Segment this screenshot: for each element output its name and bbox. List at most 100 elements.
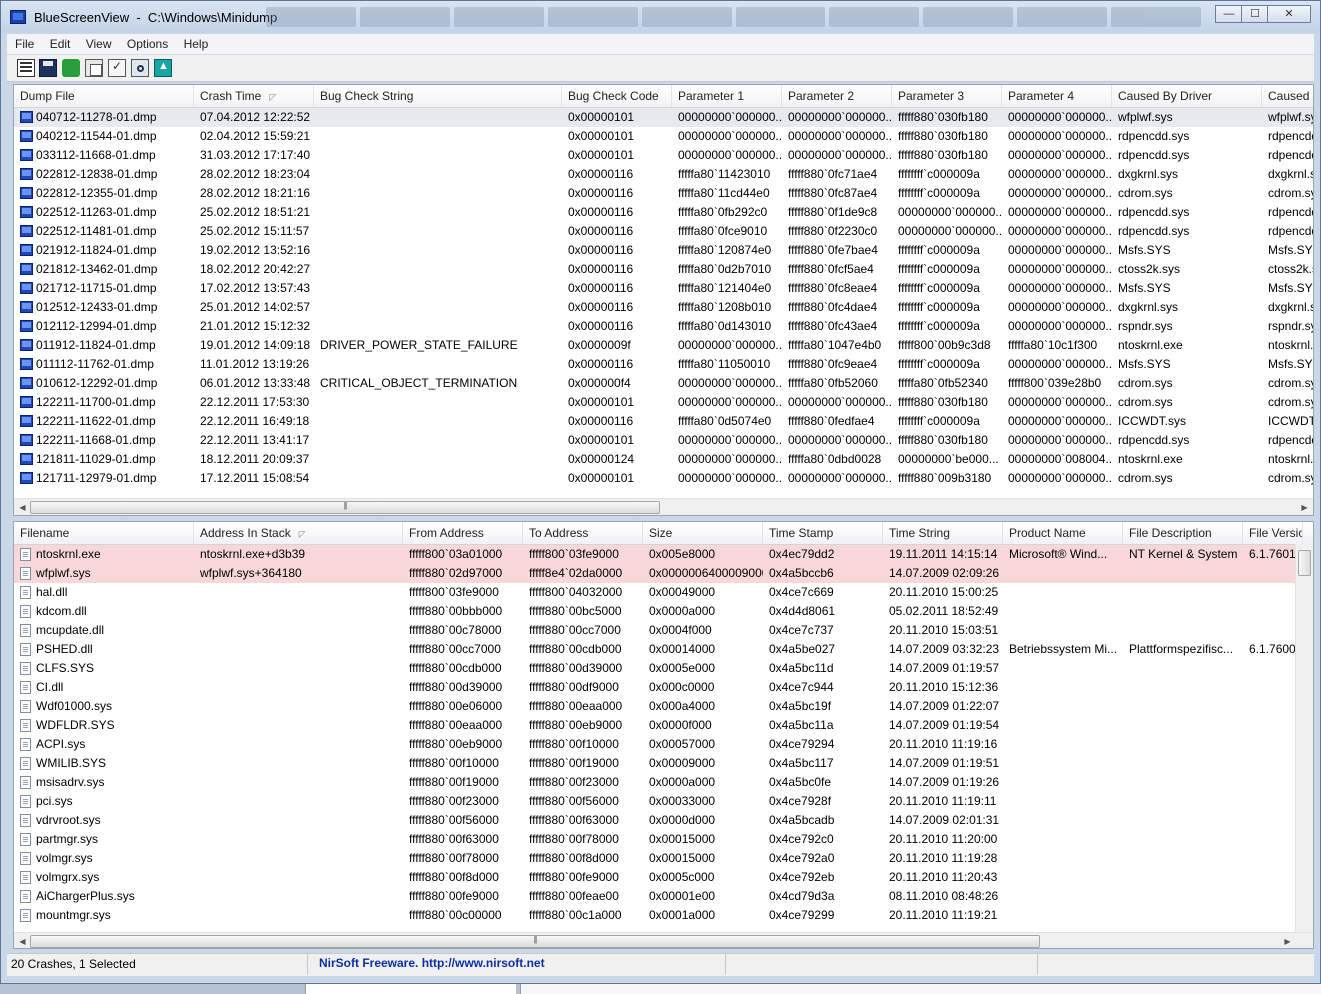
scroll-right-arrow-icon[interactable]: ▶ xyxy=(1297,500,1312,515)
cell: 0x00033000 xyxy=(649,794,716,808)
crash-row[interactable]: 121711-12979-01.dmp 17.12.2011 15:08:54 0x… xyxy=(14,469,1313,488)
properties-icon[interactable] xyxy=(108,59,126,77)
exit-icon[interactable] xyxy=(154,59,172,77)
column-header[interactable]: Caused By Driver xyxy=(1112,85,1262,107)
cell: 00000000`000000... xyxy=(678,395,782,409)
driver-row[interactable]: partmgr.sys fffff880`00f63000 fffff880`00f… xyxy=(14,830,1313,849)
column-header[interactable]: Bug Check String xyxy=(314,85,562,107)
driver-row[interactable]: wfplwf.sys wfplwf.sys+364180 fffff880`02d9… xyxy=(14,564,1313,583)
scroll-left-arrow-icon[interactable]: ◀ xyxy=(15,500,30,515)
driver-row[interactable]: volmgrx.sys fffff880`00f8d000 fffff880`00f… xyxy=(14,868,1313,887)
crash-row[interactable]: 021812-13462-01.dmp 18.02.2012 20:42:27 0x… xyxy=(14,260,1313,279)
cell: fffff800`00b9c3d8 xyxy=(898,338,991,352)
column-header[interactable]: File Description xyxy=(1123,522,1243,544)
driver-row[interactable]: msisadrv.sys fffff880`00f19000 fffff880`00… xyxy=(14,773,1313,792)
column-header[interactable]: Size xyxy=(643,522,763,544)
crash-row[interactable]: 021912-11824-01.dmp 19.02.2012 13:52:16 0x… xyxy=(14,241,1313,260)
driver-list-hscrollbar[interactable]: ◀ ▶ xyxy=(14,932,1313,948)
crash-row[interactable]: 011112-11762-01.dmp 11.01.2012 13:19:26 0x… xyxy=(14,355,1313,374)
close-button[interactable]: ✕ xyxy=(1267,5,1311,23)
scroll-right-arrow-icon[interactable]: ▶ xyxy=(1280,934,1295,948)
column-header[interactable]: Time Stamp xyxy=(763,522,883,544)
copy-icon[interactable] xyxy=(85,59,103,77)
driver-list-hscroll-thumb[interactable] xyxy=(30,935,1040,948)
crash-row[interactable]: 040212-11544-01.dmp 02.04.2012 15:59:21 0x… xyxy=(14,127,1313,146)
driver-row[interactable]: WMILIB.SYS fffff880`00f10000 fffff880`00f1… xyxy=(14,754,1313,773)
crash-row[interactable]: 040712-11278-01.dmp 07.04.2012 12:22:52 0x… xyxy=(14,108,1313,127)
menu-file[interactable]: File xyxy=(7,34,40,54)
column-header[interactable]: Address In Stack ◸ xyxy=(194,522,403,544)
driver-row[interactable]: kdcom.dll fffff880`00bbb000 fffff880`00bc5… xyxy=(14,602,1313,621)
driver-row[interactable]: AiChargerPlus.sys fffff880`00fe9000 fffff8… xyxy=(14,887,1313,906)
cell: partmgr.sys xyxy=(36,832,99,846)
column-header[interactable]: Bug Check Code xyxy=(562,85,672,107)
crash-row[interactable]: 022812-12355-01.dmp 28.02.2012 18:21:16 0x… xyxy=(14,184,1313,203)
column-header[interactable]: Time String xyxy=(883,522,1003,544)
menu-edit[interactable]: Edit xyxy=(44,34,77,54)
menu-view[interactable]: View xyxy=(80,34,118,54)
cell xyxy=(1123,906,1243,925)
driver-row[interactable]: pci.sys fffff880`00f23000 fffff880`00f5600… xyxy=(14,792,1313,811)
maximize-button[interactable]: ☐ xyxy=(1241,5,1269,23)
crash-row[interactable]: 022812-12838-01.dmp 28.02.2012 18:23:04 0x… xyxy=(14,165,1313,184)
scroll-left-arrow-icon[interactable]: ◀ xyxy=(15,934,30,948)
column-header[interactable]: Parameter 3 xyxy=(892,85,1002,107)
crash-row[interactable]: 122211-11622-01.dmp 22.12.2011 16:49:18 0x… xyxy=(14,412,1313,431)
cell: 0x00000116 xyxy=(568,167,634,181)
nirsoft-link[interactable]: NirSoft Freeware. http://www.nirsoft.net xyxy=(319,954,545,972)
cell: fffff880`0fe7bae4 xyxy=(788,243,878,257)
driver-row[interactable]: mountmgr.sys fffff880`00c00000 fffff880`00… xyxy=(14,906,1313,925)
column-header[interactable]: Parameter 4 xyxy=(1002,85,1112,107)
column-header[interactable]: Product Name xyxy=(1003,522,1123,544)
cell: ctoss2k.sys xyxy=(1268,262,1313,276)
crash-list-hscrollbar[interactable]: ◀ ▶ xyxy=(14,498,1313,515)
find-icon[interactable] xyxy=(131,59,149,77)
crash-row[interactable]: 033112-11668-01.dmp 31.03.2012 17:17:40 0x… xyxy=(14,146,1313,165)
driver-row[interactable]: volmgr.sys fffff880`00f78000 fffff880`00f8… xyxy=(14,849,1313,868)
cell xyxy=(1123,887,1243,906)
crash-row[interactable]: 022512-11481-01.dmp 25.02.2012 15:11:57 0x… xyxy=(14,222,1313,241)
crash-row[interactable]: 012112-12994-01.dmp 21.01.2012 15:12:32 0x… xyxy=(14,317,1313,336)
driver-row[interactable]: PSHED.dll fffff880`00cc7000 fffff880`00cdb… xyxy=(14,640,1313,659)
refresh-icon[interactable] xyxy=(62,59,80,77)
crash-row[interactable]: 121811-11029-01.dmp 18.12.2011 20:09:37 0x… xyxy=(14,450,1313,469)
column-header[interactable]: Filename xyxy=(14,522,194,544)
column-header[interactable]: Crash Time ◸ xyxy=(194,85,314,107)
save-icon[interactable] xyxy=(39,59,57,77)
driver-row[interactable]: Wdf01000.sys fffff880`00e06000 fffff880`00… xyxy=(14,697,1313,716)
driver-row[interactable]: ACPI.sys fffff880`00eb9000 fffff880`00f100… xyxy=(14,735,1313,754)
crash-row[interactable]: 011912-11824-01.dmp 19.01.2012 14:09:18 DR… xyxy=(14,336,1313,355)
driver-row[interactable]: vdrvroot.sys fffff880`00f56000 fffff880`00… xyxy=(14,811,1313,830)
column-header[interactable]: Parameter 1 xyxy=(672,85,782,107)
column-header[interactable]: Parameter 2 xyxy=(782,85,892,107)
driver-list-vscrollbar[interactable] xyxy=(1295,544,1313,932)
minimize-button[interactable]: — xyxy=(1215,5,1243,23)
crash-row[interactable]: 012512-12433-01.dmp 25.01.2012 14:02:57 0x… xyxy=(14,298,1313,317)
column-header[interactable]: File Version xyxy=(1243,522,1303,544)
crash-row[interactable]: 122211-11700-01.dmp 22.12.2011 17:53:30 0x… xyxy=(14,393,1313,412)
crash-row[interactable]: 021712-11715-01.dmp 17.02.2012 13:57:43 0x… xyxy=(14,279,1313,298)
menu-options[interactable]: Options xyxy=(121,34,174,54)
column-header[interactable]: From Address xyxy=(403,522,523,544)
column-header[interactable]: Dump File xyxy=(14,85,194,107)
title-bar[interactable]: BlueScreenView - C:\Windows\Minidump — ☐… xyxy=(1,1,1320,33)
driver-row[interactable]: hal.dll fffff800`03fe9000 fffff800`0403200… xyxy=(14,583,1313,602)
driver-row[interactable]: WDFLDR.SYS fffff880`00eaa000 fffff880`00eb… xyxy=(14,716,1313,735)
cell: fffff880`0fcf5ae4 xyxy=(788,262,874,276)
column-header[interactable]: To Address xyxy=(523,522,643,544)
menu-help[interactable]: Help xyxy=(178,34,215,54)
driver-row[interactable]: CI.dll fffff880`00d39000 fffff880`00df9000… xyxy=(14,678,1313,697)
cell: rdpencdd.sys xyxy=(1118,205,1190,219)
driver-row[interactable]: mcupdate.dll fffff880`00c78000 fffff880`00… xyxy=(14,621,1313,640)
crash-row[interactable]: 122211-11668-01.dmp 22.12.2011 13:41:17 0x… xyxy=(14,431,1313,450)
driver-list-vscroll-thumb[interactable] xyxy=(1298,550,1311,576)
driver-row[interactable]: CLFS.SYS fffff880`00cdb000 fffff880`00d390… xyxy=(14,659,1313,678)
cell: fffff880`0f2230c0 xyxy=(788,224,878,238)
crash-row[interactable]: 010612-12292-01.dmp 06.01.2012 13:33:48 CR… xyxy=(14,374,1313,393)
html-report-icon[interactable] xyxy=(17,59,35,77)
column-header-label: To Address xyxy=(529,526,589,540)
crash-row[interactable]: 022512-11263-01.dmp 25.02.2012 18:51:21 0x… xyxy=(14,203,1313,222)
column-header[interactable]: Caused By Address xyxy=(1262,85,1313,107)
crash-list-hscroll-thumb[interactable] xyxy=(30,501,660,514)
driver-row[interactable]: ntoskrnl.exe ntoskrnl.exe+d3b39 fffff800`0… xyxy=(14,545,1313,564)
